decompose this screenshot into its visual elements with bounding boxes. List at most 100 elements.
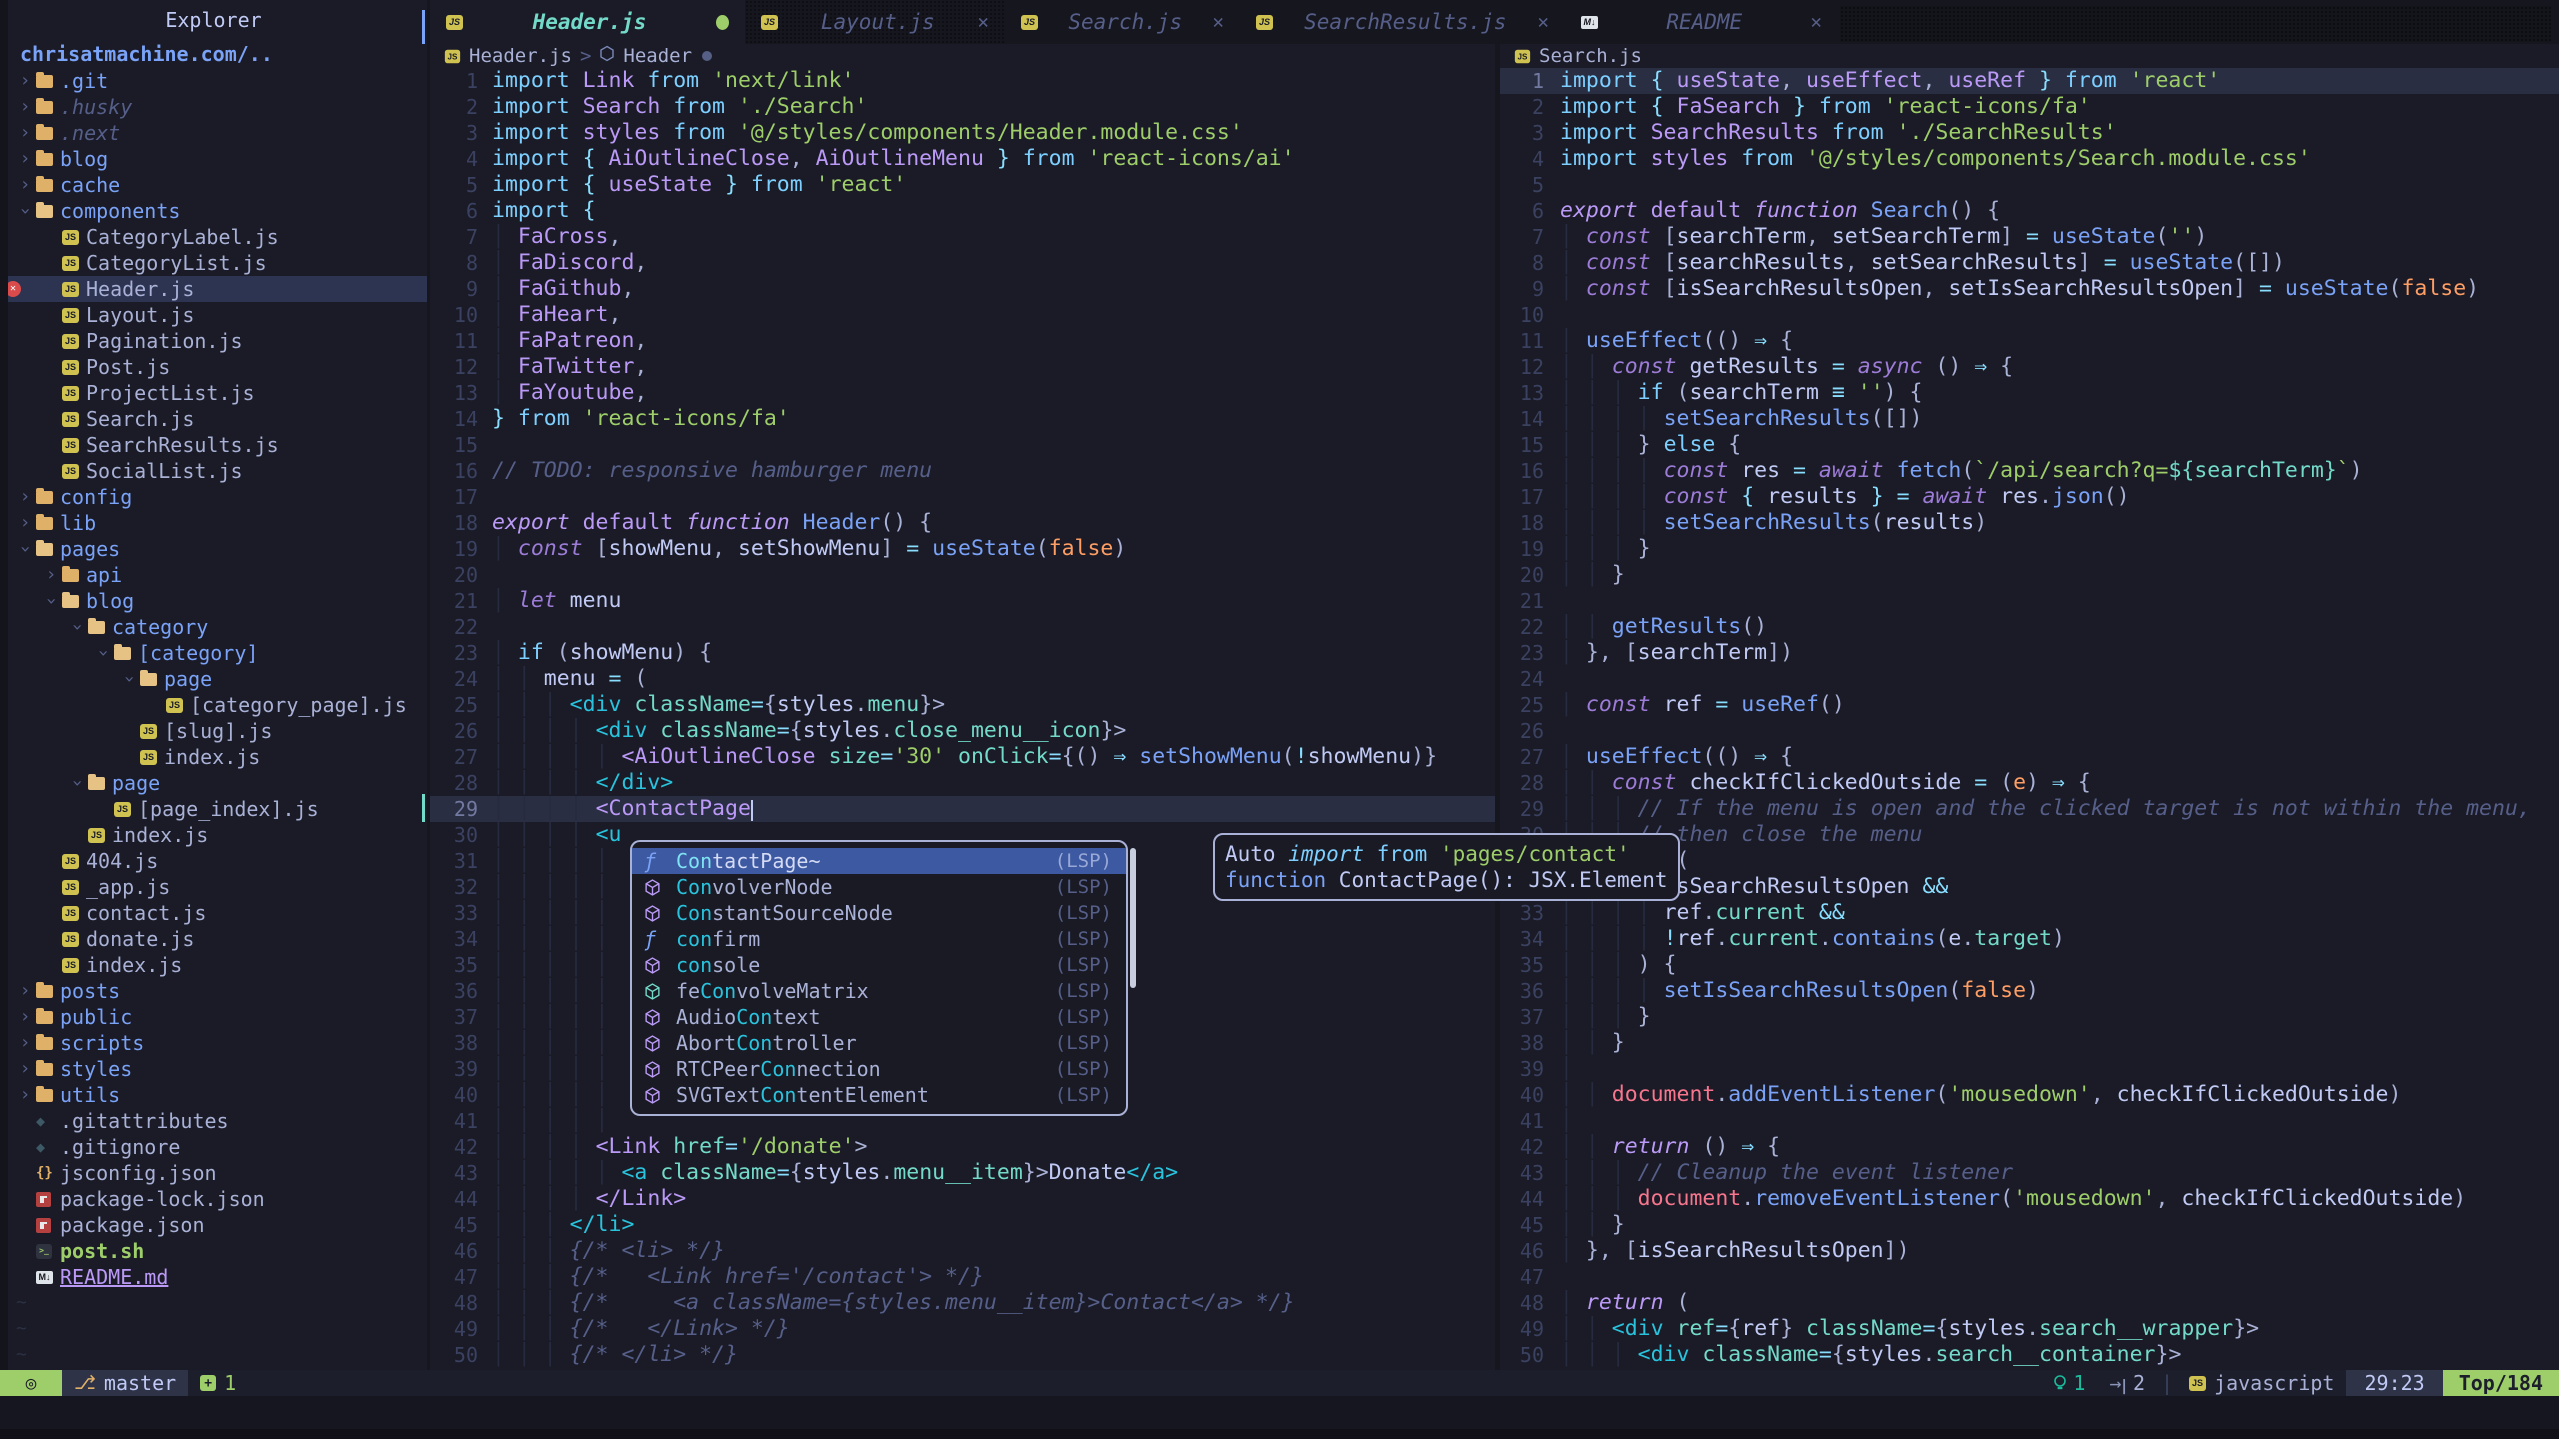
explorer-item-donate-js[interactable]: JSdonate.js: [0, 926, 427, 952]
code-line-42[interactable]: 42│ │ │ │ <Link href='/donate'>: [430, 1134, 1495, 1160]
code-line-4[interactable]: 4import styles from '@/styles/components…: [1500, 146, 2559, 172]
explorer-item-config[interactable]: ›config: [0, 484, 427, 510]
code-line-45[interactable]: 45│ │ │ </li>: [430, 1212, 1495, 1238]
explorer-item-post-js[interactable]: JSPost.js: [0, 354, 427, 380]
completion-item-abortcontroller[interactable]: AbortController(LSP): [632, 1030, 1126, 1056]
explorer-item-utils[interactable]: ›utils: [0, 1082, 427, 1108]
tab-header-js[interactable]: JSHeader.js: [430, 0, 745, 44]
code-line-1[interactable]: 1import Link from 'next/link': [430, 68, 1495, 94]
completion-item-feconvolvematrix[interactable]: feConvolveMatrix(LSP): [632, 978, 1126, 1004]
code-line-43[interactable]: 43│ │ │ │ │ <a className={styles.menu__i…: [430, 1160, 1495, 1186]
code-line-27[interactable]: 27│ │ │ │ │ <AiOutlineClose size='30' on…: [430, 744, 1495, 770]
explorer-item-lib[interactable]: ›lib: [0, 510, 427, 536]
code-line-10[interactable]: 10: [1500, 302, 2559, 328]
code-line-44[interactable]: 44│ │ │ document.removeEventListener('mo…: [1500, 1186, 2559, 1212]
code-line-14[interactable]: 14│ │ │ │ setSearchResults([]): [1500, 406, 2559, 432]
completion-item-contactpage-[interactable]: ƒContactPage~(LSP): [632, 848, 1126, 874]
explorer-item--next[interactable]: ›.next: [0, 120, 427, 146]
code-line-20[interactable]: 20: [430, 562, 1495, 588]
code-line-22[interactable]: 22: [430, 614, 1495, 640]
explorer-item--page-index-js[interactable]: JS[page_index].js: [0, 796, 427, 822]
explorer-item--slug-js[interactable]: JS[slug].js: [0, 718, 427, 744]
code-line-27[interactable]: 27│ useEffect(() ⇒ {: [1500, 744, 2559, 770]
explorer-item--git[interactable]: ›.git: [0, 68, 427, 94]
explorer-item-api[interactable]: ›api: [0, 562, 427, 588]
tab-search-js[interactable]: JSSearch.js✕: [1005, 0, 1240, 44]
code-line-8[interactable]: 8│ FaDiscord,: [430, 250, 1495, 276]
code-line-2[interactable]: 2import { FaSearch } from 'react-icons/f…: [1500, 94, 2559, 120]
explorer-item-index-js[interactable]: JSindex.js: [0, 822, 427, 848]
code-line-3[interactable]: 3import SearchResults from './SearchResu…: [1500, 120, 2559, 146]
code-line-42[interactable]: 42│ │ return () ⇒ {: [1500, 1134, 2559, 1160]
code-line-44[interactable]: 44│ │ │ │ </Link>: [430, 1186, 1495, 1212]
tab-searchresults-js[interactable]: JSSearchResults.js✕: [1240, 0, 1565, 44]
explorer-item--gitignore[interactable]: ◆.gitignore: [0, 1134, 427, 1160]
code-line-35[interactable]: 35│ │ │ ) {: [1500, 952, 2559, 978]
diagnostic-hint-segment[interactable]: 1: [2041, 1370, 2097, 1396]
code-line-7[interactable]: 7│ const [searchTerm, setSearchTerm] = u…: [1500, 224, 2559, 250]
code-line-43[interactable]: 43│ │ │ // Cleanup the event listener: [1500, 1160, 2559, 1186]
code-line-25[interactable]: 25│ │ │ <div className={styles.menu}>: [430, 692, 1495, 718]
explorer-item-post-sh[interactable]: >_post.sh: [0, 1238, 427, 1264]
explorer-item-cache[interactable]: ›cache: [0, 172, 427, 198]
tab-close-icon[interactable]: ✕: [978, 11, 989, 33]
code-line-38[interactable]: 38│ │ }: [1500, 1030, 2559, 1056]
explorer-item--gitattributes[interactable]: ◆.gitattributes: [0, 1108, 427, 1134]
code-line-17[interactable]: 17: [430, 484, 1495, 510]
completion-item-svgtextcontentelement[interactable]: SVGTextContentElement(LSP): [632, 1082, 1126, 1108]
code-line-11[interactable]: 11│ FaPatreon,: [430, 328, 1495, 354]
code-line-16[interactable]: 16// TODO: responsive hamburger menu: [430, 458, 1495, 484]
code-line-37[interactable]: 37│ │ │ }: [1500, 1004, 2559, 1030]
code-line-17[interactable]: 17│ │ │ │ const { results } = await res.…: [1500, 484, 2559, 510]
explorer-item-components[interactable]: ›components: [0, 198, 427, 224]
code-line-47[interactable]: 47: [1500, 1264, 2559, 1290]
explorer-item-header-js[interactable]: ✕JSHeader.js: [0, 276, 427, 302]
editor-window-header-js[interactable]: JSHeader.js>Header1import Link from 'nex…: [430, 44, 1495, 1370]
code-line-14[interactable]: 14} from 'react-icons/fa': [430, 406, 1495, 432]
tab-close-icon[interactable]: ✕: [1213, 11, 1224, 33]
code-line-12[interactable]: 12│ │ const getResults = async () ⇒ {: [1500, 354, 2559, 380]
code-line-6[interactable]: 6import {: [430, 198, 1495, 224]
explorer-item-jsconfig-json[interactable]: {}jsconfig.json: [0, 1160, 427, 1186]
explorer-item-blog[interactable]: ›blog: [0, 146, 427, 172]
code-line-9[interactable]: 9│ const [isSearchResultsOpen, setIsSear…: [1500, 276, 2559, 302]
explorer-item--category-[interactable]: ›[category]: [0, 640, 427, 666]
tab-readme[interactable]: M↓README✕: [1565, 0, 1838, 44]
completion-item-console[interactable]: console(LSP): [632, 952, 1126, 978]
code-line-12[interactable]: 12│ FaTwitter,: [430, 354, 1495, 380]
code-line-10[interactable]: 10│ FaHeart,: [430, 302, 1495, 328]
code-line-39[interactable]: 39│: [1500, 1056, 2559, 1082]
code-line-16[interactable]: 16│ │ │ │ const res = await fetch(`/api/…: [1500, 458, 2559, 484]
explorer-item--app-js[interactable]: JS_app.js: [0, 874, 427, 900]
command-line[interactable]: [0, 1396, 2559, 1439]
code-line-45[interactable]: 45│ │ }: [1500, 1212, 2559, 1238]
completion-item-confirm[interactable]: ƒconfirm(LSP): [632, 926, 1126, 952]
code-line-48[interactable]: 48│ │ │ {/* <a className={styles.menu__i…: [430, 1290, 1495, 1316]
code-line-22[interactable]: 22│ │ getResults(): [1500, 614, 2559, 640]
code-line-11[interactable]: 11│ useEffect(() ⇒ {: [1500, 328, 2559, 354]
code-line-3[interactable]: 3import styles from '@/styles/components…: [430, 120, 1495, 146]
explorer-scrollbar[interactable]: [422, 10, 425, 44]
code-line-24[interactable]: 24: [1500, 666, 2559, 692]
code-line-46[interactable]: 46│ │ │ {/* <li> */}: [430, 1238, 1495, 1264]
explorer-item-index-js[interactable]: JSindex.js: [0, 744, 427, 770]
code-line-34[interactable]: 34│ │ │ │ !ref.current.contains(e.target…: [1500, 926, 2559, 952]
git-added-segment[interactable]: + 1: [188, 1370, 248, 1396]
code-line-23[interactable]: 23│ }, [searchTerm]): [1500, 640, 2559, 666]
explorer-item--husky[interactable]: ›.husky: [0, 94, 427, 120]
code-line-7[interactable]: 7│ FaCross,: [430, 224, 1495, 250]
explorer-item-pages[interactable]: ›pages: [0, 536, 427, 562]
code-line-36[interactable]: 36│ │ │ │ setIsSearchResultsOpen(false): [1500, 978, 2559, 1004]
code-line-26[interactable]: 26: [1500, 718, 2559, 744]
code-line-49[interactable]: 49│ │ │ {/* </Link> */}: [430, 1316, 1495, 1342]
code-line-15[interactable]: 15: [430, 432, 1495, 458]
code-line-40[interactable]: 40│ │ document.addEventListener('mousedo…: [1500, 1082, 2559, 1108]
code-line-2[interactable]: 2import Search from './Search': [430, 94, 1495, 120]
explorer-root-folder[interactable]: chrisatmachine.com/..: [20, 42, 273, 66]
code-line-50[interactable]: 50│ │ │ <div className={styles.search__c…: [1500, 1342, 2559, 1368]
autocomplete-scrollbar[interactable]: [1130, 848, 1136, 988]
code-line-33[interactable]: 33│ │ │ │ ref.current &&: [1500, 900, 2559, 926]
explorer-item-categorylist-js[interactable]: JSCategoryList.js: [0, 250, 427, 276]
explorer-item-index-js[interactable]: JSindex.js: [0, 952, 427, 978]
code-line-47[interactable]: 47│ │ │ {/* <Link href='/contact'> */}: [430, 1264, 1495, 1290]
